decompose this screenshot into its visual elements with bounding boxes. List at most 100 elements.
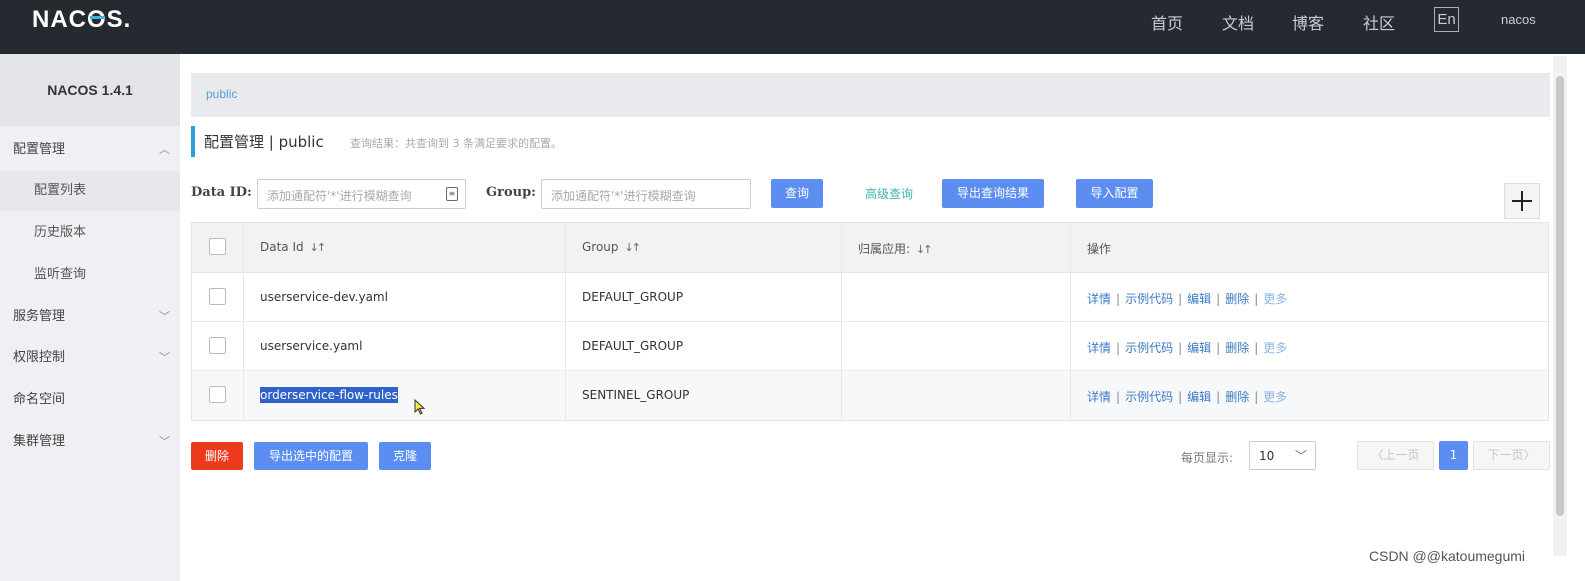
sidebar-item-config-management[interactable]: 配置管理 ︿ [0,130,180,170]
row-checkbox[interactable] [209,288,226,305]
header-group[interactable]: Group ↓↑ [582,240,642,254]
dataid-placeholder: 添加通配符'*'进行模糊查询 [267,189,412,203]
cell-group: DEFAULT_GROUP [582,339,684,353]
vertical-scrollbar[interactable] [1553,56,1567,556]
sort-icon: ↓↑ [624,241,642,254]
edit-link[interactable]: 编辑 [1187,341,1211,355]
query-button[interactable]: 查询 [771,179,823,208]
edit-link[interactable]: 编辑 [1187,292,1211,306]
column-divider [841,223,842,420]
sidebar-item-config-list[interactable]: 配置列表 [0,171,180,211]
sample-code-link[interactable]: 示例代码 [1125,341,1173,355]
breadcrumb: public [191,73,1550,117]
row-checkbox[interactable] [209,386,226,403]
dataid-search-input[interactable]: 添加通配符'*'进行模糊查询 ≡ [257,179,466,209]
group-search-input[interactable]: 添加通配符'*'进行模糊查询 [541,179,751,209]
more-link[interactable]: 更多 [1263,292,1287,306]
sidebar-item-label: 配置管理 [13,142,66,157]
language-toggle-button[interactable]: En [1434,7,1459,32]
sample-code-link[interactable]: 示例代码 [1125,292,1173,306]
detail-link[interactable]: 详情 [1087,292,1111,306]
top-navbar: NACOS. 首页 文档 博客 社区 En nacos [0,0,1585,54]
cell-group: SENTINEL_GROUP [582,388,690,402]
nav-home[interactable]: 首页 [1151,10,1183,34]
group-placeholder: 添加通配符'*'进行模糊查询 [551,189,696,203]
page-1-button[interactable]: 1 [1439,441,1468,470]
sidebar-item-listener-query[interactable]: 监听查询 [0,255,180,295]
header-app[interactable]: 归属应用: ↓↑ [858,240,933,257]
page-size-value: 10 [1259,449,1275,463]
sidebar-item-namespace[interactable]: 命名空间 [0,380,180,420]
sidebar-item-label: 命名空间 [13,392,66,407]
more-link[interactable]: 更多 [1263,390,1287,404]
delete-link[interactable]: 删除 [1225,292,1249,306]
nav-blog[interactable]: 博客 [1292,10,1324,34]
clone-button[interactable]: 克隆 [379,442,431,470]
detail-link[interactable]: 详情 [1087,390,1111,404]
row-actions: 详情 | 示例代码 | 编辑 | 删除 | 更多 [1087,292,1288,306]
sidebar-item-label: 配置列表 [34,183,87,198]
sidebar-brand: NACOS 1.4.1 [0,54,180,126]
scrollbar-thumb[interactable] [1556,76,1564,516]
table-header: Data Id ↓↑ Group ↓↑ 归属应用: ↓↑ 操作 [192,223,1548,273]
sidebar-item-service-management[interactable]: 服务管理 ﹀ [0,297,180,337]
delete-link[interactable]: 删除 [1225,341,1249,355]
dataid-label: Data ID: [191,185,252,200]
chevron-down-icon: ﹀ [159,351,170,364]
header-actions: 操作 [1087,242,1112,256]
sidebar-item-history[interactable]: 历史版本 [0,213,180,253]
export-query-results-button[interactable]: 导出查询结果 [942,179,1044,208]
delete-link[interactable]: 删除 [1225,390,1249,404]
cell-data-id: userservice-dev.yaml [260,290,388,304]
table-row: orderservice-flow-rules SENTINEL_GROUP 详… [192,371,1548,420]
export-selected-button[interactable]: 导出选中的配置 [254,442,368,470]
sample-code-link[interactable]: 示例代码 [1125,390,1173,404]
sidebar-item-cluster-management[interactable]: 集群管理 ﹀ [0,422,180,462]
column-divider [243,223,244,420]
autofill-icon: ≡ [446,187,458,201]
page-title: 配置管理 | public [204,133,324,151]
chevron-down-icon: ﹀ [159,310,170,323]
chevron-down-icon: ﹀ [1294,449,1307,463]
table-row: userservice-dev.yaml DEFAULT_GROUP 详情 | 示例… [192,273,1548,322]
sidebar-item-access-control[interactable]: 权限控制 ﹀ [0,338,180,378]
sidebar-item-label: 服务管理 [13,309,66,324]
plus-icon [1512,191,1532,211]
row-actions: 详情 | 示例代码 | 编辑 | 删除 | 更多 [1087,341,1288,355]
advanced-query-link[interactable]: 高级查询 [865,185,913,202]
chevron-up-icon: ︿ [159,143,170,156]
page-size-label: 每页显示: [1181,451,1234,465]
page-size-select[interactable]: 10 ﹀ [1249,441,1316,470]
chevron-down-icon: ﹀ [159,435,170,448]
header-data-id[interactable]: Data Id ↓↑ [260,240,327,254]
sort-icon: ↓↑ [309,241,327,254]
nacos-logo[interactable]: NACOS. [32,6,131,34]
column-divider [1070,223,1071,420]
row-actions: 详情 | 示例代码 | 编辑 | 删除 | 更多 [1087,390,1288,404]
group-label: Group: [486,185,536,200]
prev-page-button[interactable]: 〈上一页 [1357,441,1434,470]
delete-selected-button[interactable]: 删除 [191,442,243,470]
cell-group: DEFAULT_GROUP [582,290,684,304]
title-accent-bar [191,126,195,157]
selected-text: orderservice-flow-rules [260,387,398,403]
detail-link[interactable]: 详情 [1087,341,1111,355]
more-link[interactable]: 更多 [1263,341,1287,355]
cell-data-id: userservice.yaml [260,339,363,353]
edit-link[interactable]: 编辑 [1187,390,1211,404]
table-row: userservice.yaml DEFAULT_GROUP 详情 | 示例代码 | 编… [192,322,1548,371]
namespace-tab-public[interactable]: public [206,87,237,101]
nav-community[interactable]: 社区 [1363,10,1395,34]
next-page-button[interactable]: 下一页〉 [1473,441,1550,470]
sidebar-item-label: 集群管理 [13,434,66,449]
select-all-checkbox[interactable] [209,238,226,255]
sidebar: NACOS 1.4.1 配置管理 ︿ 配置列表 历史版本 监听查询 服务管理 ﹀… [0,54,180,581]
chevron-left-icon: 〈 [1371,448,1384,462]
user-menu[interactable]: nacos [1501,12,1536,27]
chevron-right-icon: 〉 [1523,448,1536,462]
sidebar-item-label: 权限控制 [13,350,66,365]
add-config-button[interactable] [1504,183,1540,219]
row-checkbox[interactable] [209,337,226,354]
import-config-button[interactable]: 导入配置 [1076,179,1153,208]
nav-docs[interactable]: 文档 [1222,10,1254,34]
